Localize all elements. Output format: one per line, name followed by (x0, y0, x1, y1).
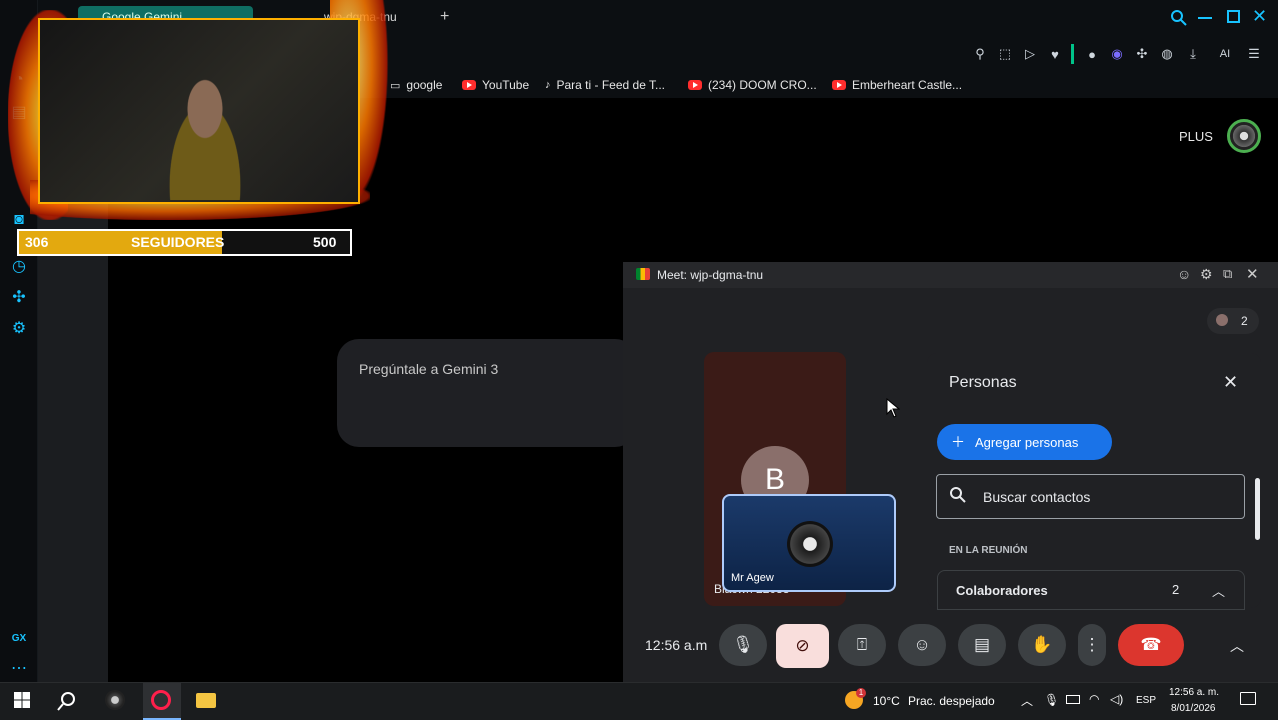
present-button[interactable]: ⍐ (838, 624, 886, 666)
settings-icon[interactable]: ⚙ (9, 318, 29, 338)
more-options-button[interactable]: ⋮ (1078, 624, 1106, 666)
tiktok-icon: ♪ (545, 79, 551, 91)
snapshot-icon[interactable]: ⬚ (996, 45, 1014, 63)
hand-icon: ✋ (1031, 635, 1053, 654)
raise-hand-button[interactable]: ✋ (1018, 624, 1066, 666)
more-vert-icon: ⋮ (1083, 635, 1101, 654)
captions-icon: ▤ (973, 635, 991, 654)
hang-up-icon: ☎ (1140, 635, 1162, 654)
tray-chevron-icon[interactable]: ︿ (1021, 692, 1033, 709)
pin-icon[interactable]: ⚲ (971, 45, 989, 63)
bookmark-youtube[interactable]: YouTube (462, 77, 529, 93)
people-panel-title: Personas (949, 374, 1017, 391)
participant-avatars-icon (1216, 314, 1228, 326)
new-tab-button[interactable]: + (440, 8, 449, 26)
bookmark-tiktok[interactable]: ♪ Para ti - Feed de T... (545, 77, 665, 93)
close-people-icon[interactable]: ✕ (1223, 372, 1238, 393)
youtube-icon (832, 80, 846, 90)
player-icon[interactable]: ▷ (1021, 45, 1039, 63)
settings-icon[interactable]: ⚙ (1200, 266, 1213, 283)
gemini-prompt-box[interactable] (337, 339, 637, 447)
close-window-icon[interactable]: ✕ (1252, 6, 1267, 27)
weather-text: Prac. despejado (908, 694, 995, 708)
heart-icon[interactable]: ♥ (1046, 45, 1064, 63)
mouse-cursor-icon (886, 397, 901, 423)
bookmark-doom[interactable]: (234) DOOM CRO... (688, 77, 817, 93)
more-icon[interactable]: ⋯ (9, 658, 29, 678)
meeting-time: 12:56 a.m (645, 637, 708, 653)
tray-battery-icon[interactable] (1066, 695, 1080, 704)
weather-temp: 10°C (873, 694, 900, 708)
opera-gx-icon (151, 690, 171, 710)
windows-start-icon[interactable] (14, 692, 30, 708)
windows-taskbar (0, 682, 1278, 720)
clock-time[interactable]: 12:56 a. m. (1169, 687, 1219, 698)
search-contacts-input[interactable]: Buscar contactos (936, 474, 1245, 519)
taskbar-search-icon[interactable] (56, 690, 78, 717)
ai-icon[interactable]: AI (1210, 45, 1240, 63)
search-icon[interactable] (1170, 9, 1188, 27)
gemini-prompt-input[interactable]: Pregúntale a Gemini 3 (359, 361, 498, 377)
youtube-icon (462, 80, 476, 90)
panel-scrollbar[interactable] (1255, 478, 1260, 540)
extension-app-icon[interactable]: ◉ (1108, 45, 1126, 63)
self-avatar-logo (787, 521, 833, 567)
meet-logo-icon (636, 268, 650, 280)
maximize-icon[interactable] (1227, 10, 1240, 23)
popout-icon[interactable]: ⧉ (1223, 266, 1232, 282)
bookmark-emberheart[interactable]: Emberheart Castle... (832, 77, 962, 93)
tray-wifi-icon[interactable]: ◠ (1089, 692, 1099, 706)
streamer-image (150, 60, 260, 200)
gx-label: GX (11, 632, 27, 644)
bookmark-google[interactable]: ▭ google (390, 77, 442, 93)
camera-off-button[interactable]: ⊘ (776, 624, 829, 668)
file-explorer-icon[interactable] (196, 693, 216, 708)
captions-button[interactable]: ▤ (958, 624, 1006, 666)
profile-avatar[interactable] (1227, 119, 1261, 153)
download-icon[interactable]: ⤓ (1184, 45, 1202, 63)
messenger-icon[interactable]: ● (1083, 45, 1101, 63)
plus-badge[interactable]: PLUS (1179, 129, 1213, 144)
chevron-up-icon[interactable]: ︿ (1212, 581, 1225, 600)
action-center-icon[interactable] (1240, 692, 1256, 705)
participant-count-chip[interactable]: 2 (1207, 308, 1259, 334)
chevron-up-icon[interactable]: ︿ (1230, 636, 1244, 656)
emoji-icon[interactable]: ☺ (1177, 266, 1191, 282)
camera-off-icon: ⊘ (795, 636, 810, 655)
minimize-icon[interactable] (1198, 17, 1212, 19)
followers-goal: 500 (313, 234, 337, 250)
clock-icon[interactable]: ◷ (9, 256, 29, 276)
meet-window-title: Meet: wjp-dgma-tnu (657, 268, 764, 282)
close-meet-icon[interactable]: ✕ (1246, 265, 1259, 283)
toolbar-divider (1071, 44, 1074, 64)
emoji-icon: ☺ (913, 635, 931, 654)
followers-label: SEGUIDORES (131, 234, 225, 250)
microphone-icon: 🎙︎ (732, 635, 754, 654)
collaborators-group[interactable]: Colaboradores (937, 570, 1245, 610)
tray-volume-icon[interactable]: ◁) (1110, 692, 1123, 706)
collaborators-count: 2 (1172, 582, 1180, 597)
self-view-name: Mr Agew (731, 572, 774, 584)
puzzle-icon[interactable]: ✣ (9, 287, 29, 307)
menu-icon[interactable]: ☰ (1245, 45, 1263, 63)
leave-call-button[interactable]: ☎ (1118, 624, 1184, 666)
add-people-button[interactable]: ＋ Agregar personas (937, 424, 1112, 460)
notification-badge: 1 (856, 688, 866, 698)
tray-mic-icon[interactable]: 🎙︎ (1044, 693, 1059, 707)
avatar-small-icon[interactable]: ◍ (1158, 45, 1176, 63)
followers-current: 306 (25, 234, 49, 250)
youtube-icon (688, 80, 702, 90)
search-icon (949, 486, 967, 507)
in-meeting-label: EN LA REUNIÓN (949, 545, 1028, 556)
obs-app-icon[interactable] (105, 690, 125, 710)
microphone-button[interactable]: 🎙︎ (719, 624, 767, 666)
present-icon: ⍐ (856, 635, 868, 654)
clock-date[interactable]: 8/01/2026 (1171, 703, 1216, 714)
language-indicator[interactable]: ESP (1136, 695, 1156, 706)
reactions-button[interactable]: ☺ (898, 624, 946, 666)
add-person-icon: ＋ (951, 434, 965, 450)
folder-icon: ▭ (390, 79, 401, 92)
extensions-icon[interactable]: ✣ (1133, 45, 1151, 63)
